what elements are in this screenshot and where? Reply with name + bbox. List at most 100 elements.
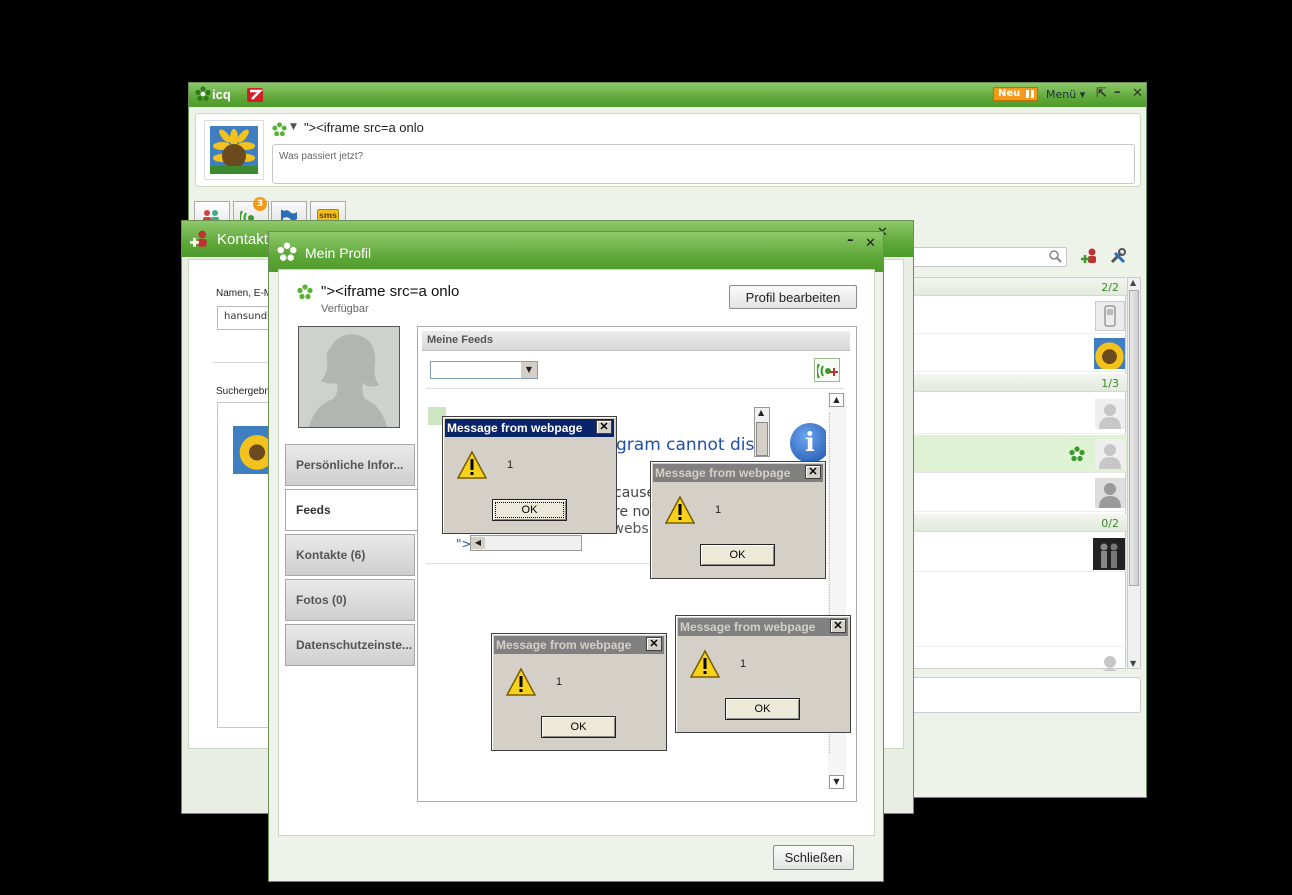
list-item[interactable] <box>890 435 1127 473</box>
person-placeholder-icon <box>1095 439 1125 469</box>
status-input[interactable]: Was passiert jetzt? <box>272 144 1135 184</box>
status-name: "><iframe src=a onlo <box>304 120 424 135</box>
embedded-line: cause <box>614 485 656 501</box>
minimize-icon[interactable]: – <box>1114 85 1121 100</box>
scroll-left-arrow-icon[interactable]: ◀ <box>471 537 485 549</box>
dialog-message: 1 <box>715 504 722 516</box>
dialog-titlebar: Message from webpage ✕ <box>653 464 823 482</box>
dialog-titlebar: Message from webpage ✕ <box>678 618 848 636</box>
dialog-titlebar: Message from webpage ✕ <box>494 636 664 654</box>
add-feed-icon[interactable] <box>814 358 840 382</box>
minimize-icon[interactable]: – <box>847 233 854 248</box>
warning-icon <box>456 450 488 483</box>
message-dialog: Message from webpage ✕ 1 OK <box>491 633 667 751</box>
scroll-up-arrow-icon[interactable]: ▲ <box>1130 278 1136 287</box>
tab-photos[interactable]: Fotos (0) <box>285 579 415 621</box>
profile-status: Verfügbar <box>321 303 369 315</box>
profile-title: Mein Profil <box>305 245 372 261</box>
feeds-toolbar: ▼ <box>426 355 844 389</box>
list-item[interactable] <box>890 298 1127 334</box>
dialog-title: Message from webpage <box>496 638 632 652</box>
dialog-title: Message from webpage <box>447 421 583 435</box>
group-header[interactable]: 1/3 <box>890 374 1127 392</box>
group-photo-icon <box>1093 538 1125 570</box>
contact-list-scrollbar[interactable]: ▲ ▼ <box>1127 277 1141 669</box>
dialog-title: Message from webpage <box>680 620 816 634</box>
sunflower-avatar[interactable] <box>233 426 273 474</box>
list-item[interactable] <box>890 335 1127 372</box>
group-count: 1/3 <box>1101 377 1119 390</box>
dialog-titlebar: Message from webpage ✕ <box>445 419 614 437</box>
tools-icon[interactable] <box>1109 247 1127 268</box>
embedded-heading: gram cannot dis <box>616 435 755 455</box>
message-dialog: Message from webpage ✕ 1 OK <box>442 416 617 534</box>
warning-icon <box>664 495 696 528</box>
bottom-input-area[interactable] <box>889 677 1141 713</box>
group-header[interactable]: 2/2 <box>890 278 1127 296</box>
new-badge[interactable]: Neu <box>993 87 1038 101</box>
info-icon: i <box>790 423 826 463</box>
chevron-down-icon[interactable]: ▼ <box>521 362 537 378</box>
scroll-up-arrow-icon[interactable]: ▲ <box>758 408 764 417</box>
dialog-message: 1 <box>507 459 514 471</box>
chevron-down-icon[interactable]: ▼ <box>290 122 297 132</box>
results-label: Suchergebn <box>216 386 270 397</box>
inner-horizontal-scrollbar[interactable]: ◀ <box>470 535 582 551</box>
close-profile-button[interactable]: Schließen <box>773 845 854 870</box>
profile-name: "><iframe src=a onlo <box>321 283 460 300</box>
scroll-up-arrow-icon[interactable]: ▲ <box>829 393 844 407</box>
scroll-down-arrow-icon[interactable]: ▼ <box>829 775 844 789</box>
tab-personal-info[interactable]: Persönliche Infor... <box>285 444 415 486</box>
ok-button[interactable]: OK <box>700 544 775 566</box>
warning-icon <box>505 667 537 700</box>
main-titlebar: icq Neu Menü ▾ ⇱ – ✕ <box>189 83 1146 107</box>
list-item[interactable] <box>890 646 1127 671</box>
edit-profile-button[interactable]: Profil bearbeiten <box>729 285 857 309</box>
contact-search-input[interactable] <box>889 247 1067 267</box>
tab-privacy[interactable]: Datenschutzeinste... <box>285 624 415 666</box>
list-item[interactable] <box>890 474 1127 512</box>
close-icon[interactable]: ✕ <box>805 465 821 479</box>
avatar[interactable] <box>204 120 264 180</box>
ok-button[interactable]: OK <box>492 499 567 521</box>
dialog-message: 1 <box>740 658 747 670</box>
profile-photo[interactable] <box>298 326 400 428</box>
person-placeholder-icon <box>1095 399 1125 429</box>
group-header[interactable]: 0/2 <box>890 514 1127 532</box>
scrollbar-thumb[interactable] <box>1129 290 1139 586</box>
status-flower-icon <box>297 284 313 303</box>
list-item[interactable] <box>890 394 1127 434</box>
ok-button[interactable]: OK <box>725 698 800 720</box>
scrollbar-thumb[interactable] <box>756 422 768 456</box>
close-icon[interactable]: ✕ <box>865 236 876 251</box>
add-contact-title-icon <box>190 229 210 252</box>
group-count: 2/2 <box>1101 281 1119 294</box>
tab-feeds[interactable]: Feeds <box>285 489 418 531</box>
inner-vertical-scrollbar[interactable]: ▲ <box>754 407 770 457</box>
add-contact-icon[interactable] <box>1081 247 1099 268</box>
feed-filter-select[interactable]: ▼ <box>430 361 538 379</box>
close-icon[interactable]: ✕ <box>646 637 662 651</box>
feeds-header: Meine Feeds <box>422 331 850 351</box>
prosieben-logo-icon <box>247 88 263 102</box>
message-dialog: Message from webpage ✕ 1 OK <box>675 615 851 733</box>
embedded-line: re no <box>614 504 650 520</box>
mobile-phone-icon <box>1095 301 1125 331</box>
status-area: ▼ "><iframe src=a onlo Was passiert jetz… <box>195 113 1141 187</box>
group-count: 0/2 <box>1101 517 1119 530</box>
tab-contacts[interactable]: Kontakte (6) <box>285 534 415 576</box>
restore-icon[interactable]: ⇱ <box>1096 86 1107 101</box>
sunflower-avatar <box>1094 338 1125 369</box>
close-icon[interactable]: ✕ <box>830 619 846 633</box>
close-icon[interactable]: ✕ <box>596 420 612 434</box>
dialog-message: 1 <box>556 676 563 688</box>
close-icon[interactable]: ✕ <box>1132 86 1143 101</box>
ok-button[interactable]: OK <box>541 716 616 738</box>
status-flower-icon[interactable] <box>272 122 287 140</box>
feeds-header-label: Meine Feeds <box>427 334 494 346</box>
menu-dropdown[interactable]: Menü ▾ <box>1046 88 1085 101</box>
scroll-down-arrow-icon[interactable]: ▼ <box>1130 659 1136 668</box>
contact-list: 2/2 1/3 0/2 <box>889 277 1127 671</box>
list-item[interactable] <box>890 534 1127 572</box>
new-badge-label: Neu <box>998 88 1021 99</box>
